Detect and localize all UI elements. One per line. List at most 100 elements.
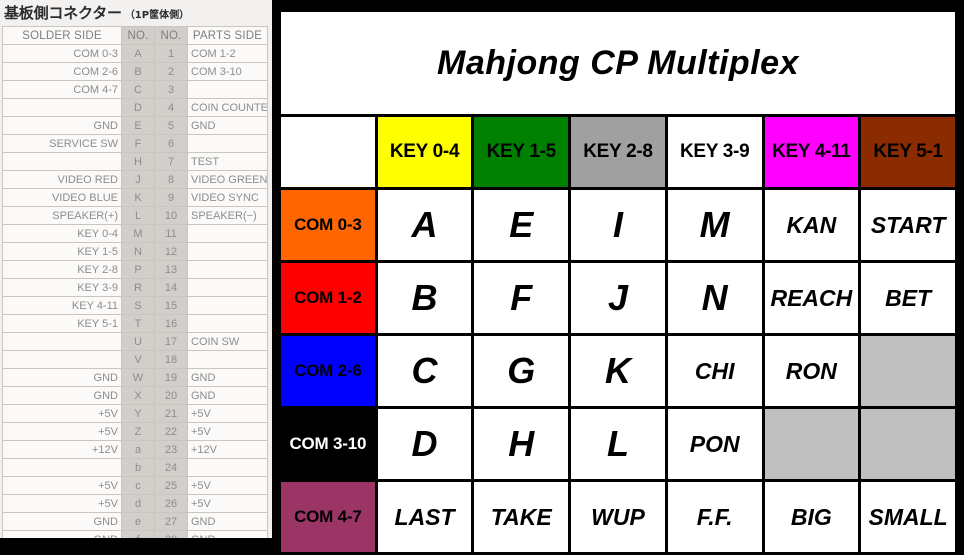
- matrix-header-row: KEY 0-4 KEY 1-5 KEY 2-8 KEY 3-9 KEY 4-11 KEY …: [278, 114, 958, 190]
- connector-cell-alpha: H: [121, 152, 155, 171]
- connector-cell-parts: GND: [187, 386, 268, 405]
- connector-cell-solder: KEY 5-1: [2, 314, 122, 333]
- connector-title-main: 基板側コネクター: [4, 4, 122, 22]
- connector-header-row: SOLDER SIDE NO. NO. PARTS SIDE: [2, 26, 268, 45]
- connector-cell-parts: COM 1-2: [187, 44, 268, 63]
- connector-cell-solder: GND: [2, 368, 122, 387]
- connector-row: KEY 2-8 P 13: [2, 260, 268, 279]
- connector-cell-parts: VIDEO GREEN: [187, 170, 268, 189]
- connector-cell-parts: [187, 134, 268, 153]
- connector-row: VIDEO BLUE K 9 VIDEO SYNC: [2, 188, 268, 207]
- matrix-cell: G: [471, 333, 572, 409]
- connector-cell-parts: [187, 80, 268, 99]
- matrix-row: COM 1-2 B F J N REACH BET: [278, 260, 958, 336]
- connector-cell-alpha: A: [121, 44, 155, 63]
- connector-cell-parts: [187, 296, 268, 315]
- connector-cell-alpha: F: [121, 134, 155, 153]
- connector-row: KEY 0-4 M 11: [2, 224, 268, 243]
- connector-pinout-table: SOLDER SIDE NO. NO. PARTS SIDE COM 0-3 A 1…: [2, 26, 268, 538]
- connector-cell-number: 5: [154, 116, 188, 135]
- connector-cell-solder: [2, 458, 122, 477]
- connector-cell-solder: VIDEO BLUE: [2, 188, 122, 207]
- matrix-cell: J: [568, 260, 668, 336]
- connector-cell-parts: VIDEO SYNC: [187, 188, 268, 207]
- matrix-cell: PON: [664, 406, 765, 482]
- connector-cell-parts: +5V: [187, 476, 268, 495]
- matrix-row: COM 0-3 A E I M KAN START: [278, 187, 958, 263]
- connector-cell-parts: [187, 314, 268, 333]
- connector-cell-alpha: E: [121, 116, 155, 135]
- connector-cell-number: 26: [154, 494, 188, 513]
- matrix-cell: D: [374, 406, 475, 482]
- matrix-cell: H: [471, 406, 572, 482]
- connector-row: KEY 1-5 N 12: [2, 242, 268, 261]
- matrix-cell: CHI: [664, 333, 765, 409]
- connector-cell-alpha: R: [121, 278, 155, 297]
- connector-cell-alpha: C: [121, 80, 155, 99]
- connector-cell-alpha: e: [121, 512, 155, 531]
- connector-row: +5V d 26 +5V: [2, 494, 268, 513]
- connector-cell-parts: COIN SW: [187, 332, 268, 351]
- connector-cell-parts: [187, 278, 268, 297]
- matrix-cell: M: [664, 187, 765, 263]
- matrix-title: Mahjong CP Multiplex: [278, 9, 958, 117]
- connector-cell-solder: +5V: [2, 476, 122, 495]
- connector-cell-parts: TEST: [187, 152, 268, 171]
- connector-cell-number: 20: [154, 386, 188, 405]
- connector-cell-alpha: B: [121, 62, 155, 81]
- connector-cell-number: 22: [154, 422, 188, 441]
- connector-cell-alpha: X: [121, 386, 155, 405]
- connector-cell-solder: GND: [2, 386, 122, 405]
- matrix-column-header: KEY 2-8: [568, 114, 668, 190]
- connector-cell-alpha: Y: [121, 404, 155, 423]
- connector-row: SPEAKER(+) L 10 SPEAKER(−): [2, 206, 268, 225]
- matrix-cell: C: [374, 333, 475, 409]
- connector-cell-parts: COIN COUNTER: [187, 98, 268, 117]
- connector-cell-parts: COM 3-10: [187, 62, 268, 81]
- connector-row: GNDf28GND: [2, 530, 268, 538]
- connector-cell-number: 11: [154, 224, 188, 243]
- matrix-column-header: KEY 5-1: [858, 114, 958, 190]
- connector-cell-solder: VIDEO RED: [2, 170, 122, 189]
- matrix-cell: A: [374, 187, 475, 263]
- connector-cell-alpha: S: [121, 296, 155, 315]
- connector-cell-parts: [187, 350, 268, 369]
- screenshot-root: 基板側コネクター （1P筐体側） SOLDER SIDE NO. NO. PART…: [0, 0, 964, 555]
- connector-row: KEY 4-11 S 15: [2, 296, 268, 315]
- connector-cell-alpha: b: [121, 458, 155, 477]
- connector-cell-solder: COM 2-6: [2, 62, 122, 81]
- connector-cell-parts: +5V: [187, 404, 268, 423]
- connector-row: GND E 5 GND: [2, 116, 268, 135]
- connector-header-solder: SOLDER SIDE: [2, 26, 122, 45]
- connector-cell-solder: [2, 152, 122, 171]
- mahjong-matrix-body: Mahjong CP Multiplex KEY 0-4 KEY 1-5 KEY 2…: [278, 9, 958, 555]
- connector-cell-parts: [187, 242, 268, 261]
- connector-cell-number: 18: [154, 350, 188, 369]
- connector-cell-alpha: Z: [121, 422, 155, 441]
- connector-header-no-left: NO.: [121, 26, 155, 45]
- matrix-cell: REACH: [761, 260, 862, 336]
- connector-cell-solder: COM 4-7: [2, 80, 122, 99]
- connector-cell-number: 28: [154, 530, 188, 538]
- connector-cell-solder: +12V: [2, 440, 122, 459]
- connector-cell-number: 17: [154, 332, 188, 351]
- connector-cell-solder: GND: [2, 116, 122, 135]
- connector-row: GND W 19 GND: [2, 368, 268, 387]
- matrix-column-header: KEY 4-11: [761, 114, 862, 190]
- connector-row: COM 4-7 C 3: [2, 80, 268, 99]
- connector-row: U 17 COIN SW: [2, 332, 268, 351]
- matrix-row-header: COM 0-3: [278, 187, 378, 263]
- connector-cell-alpha: J: [121, 170, 155, 189]
- connector-cell-number: 16: [154, 314, 188, 333]
- connector-cell-solder: +5V: [2, 404, 122, 423]
- connector-cell-number: 8: [154, 170, 188, 189]
- connector-cell-solder: +5V: [2, 494, 122, 513]
- connector-cell-alpha: a: [121, 440, 155, 459]
- matrix-column-header: KEY 3-9: [664, 114, 765, 190]
- connector-cell-alpha: c: [121, 476, 155, 495]
- matrix-cell: L: [568, 406, 668, 482]
- connector-row: VIDEO RED J 8 VIDEO GREEN: [2, 170, 268, 189]
- connector-cell-alpha: T: [121, 314, 155, 333]
- connector-header-parts: PARTS SIDE: [187, 26, 268, 45]
- connector-cell-solder: [2, 332, 122, 351]
